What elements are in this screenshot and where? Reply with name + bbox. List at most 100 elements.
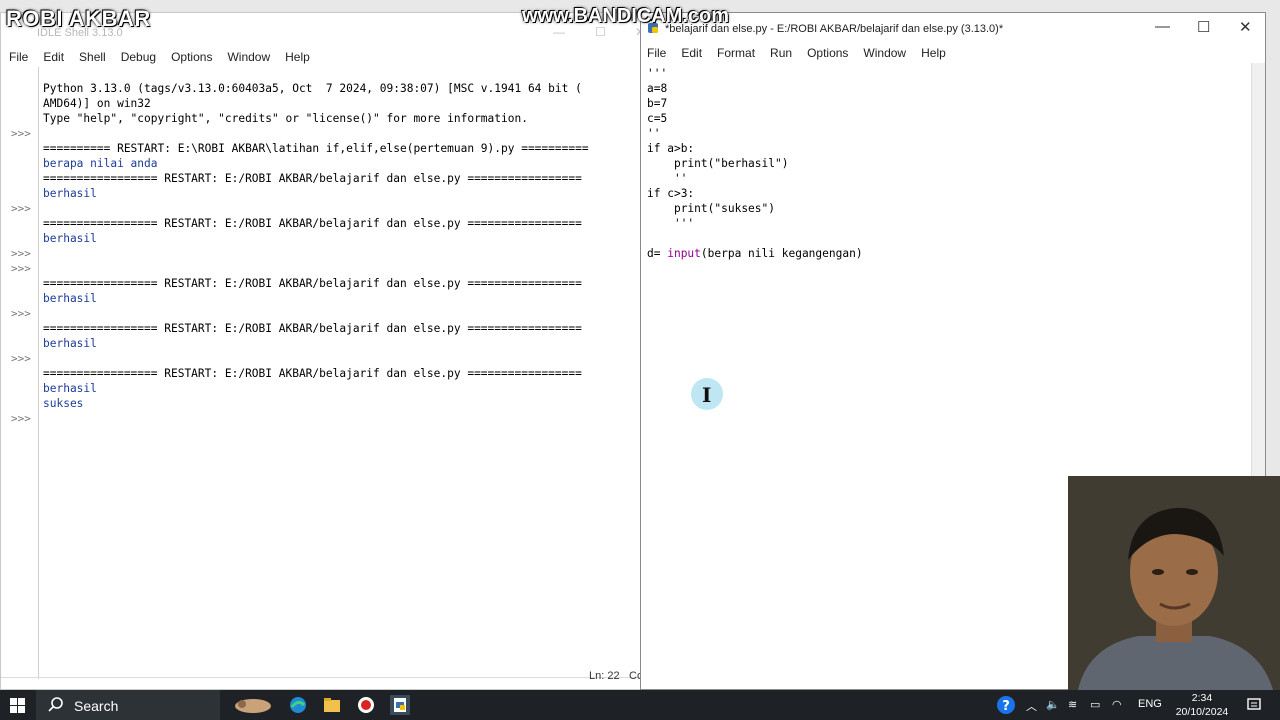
code-keyword: if — [647, 187, 661, 200]
prompt: >>> — [11, 307, 31, 320]
code-line: b=7 — [647, 97, 668, 110]
notification-icon[interactable] — [1244, 695, 1264, 715]
shell-line: Type "help", "copyright", "credits" or "… — [43, 112, 528, 125]
code-text: ("sukses") — [707, 202, 775, 215]
status-line: Ln: 22 — [589, 670, 620, 682]
shell-line: ================= RESTART: E:/ROBI AKBAR… — [43, 322, 582, 335]
prompt: >>> — [11, 262, 31, 275]
editor-titlebar[interactable]: *belajarif dan else.py - E:/ROBI AKBAR/b… — [641, 13, 1265, 43]
code-line: if c>3: — [647, 187, 694, 200]
shell-line: berhasil — [43, 382, 97, 395]
code-keyword: if — [647, 142, 661, 155]
shell-line: AMD64)] on win32 — [43, 97, 151, 110]
menu-file[interactable]: File — [647, 46, 666, 60]
code-line: if a>b: — [647, 142, 694, 155]
shell-line: sukses — [43, 397, 84, 410]
taskbar: Search ? ︿ 🔈 ≋ ▭ ◠ ENG 2:34 20/10/2024 — [0, 690, 1280, 720]
network-icon[interactable]: ≋ — [1068, 698, 1077, 711]
webcam-overlay — [1068, 476, 1280, 690]
shell-line: ================= RESTART: E:/ROBI AKBAR… — [43, 172, 582, 185]
clock-time: 2:34 — [1191, 692, 1213, 704]
shell-line: berhasil — [43, 187, 97, 200]
close-icon[interactable]: ✕ — [1239, 18, 1252, 36]
code-line: d= input(berpa nili kegangengan) — [647, 247, 863, 260]
idle-python-icon[interactable] — [390, 695, 410, 715]
svg-text:?: ? — [1002, 699, 1010, 714]
code-line: '' — [647, 127, 661, 140]
minimize-icon[interactable]: — — [1155, 18, 1170, 35]
code-line: print("sukses") — [647, 202, 775, 215]
code-text: (berpa nili kegangengan) — [700, 247, 863, 260]
shell-line: berhasil — [43, 232, 97, 245]
menu-shell[interactable]: Shell — [79, 50, 106, 64]
shell-output[interactable]: Python 3.13.0 (tags/v3.13.0:60403a5, Oct… — [43, 67, 641, 679]
channel-name-overlay: ROBI AKBAR — [6, 6, 151, 31]
shell-line: ================= RESTART: E:/ROBI AKBAR… — [43, 367, 582, 380]
search-label: Search — [74, 698, 119, 714]
code-line: c=5 — [647, 112, 668, 125]
shell-line: berhasil — [43, 337, 97, 350]
menu-window[interactable]: Window — [227, 50, 270, 64]
battery-icon[interactable]: ▭ — [1090, 698, 1100, 711]
code-text: d= — [647, 247, 668, 260]
code-builtin: print — [673, 202, 708, 215]
menu-help[interactable]: Help — [921, 46, 946, 60]
shell-statusbar: Ln: 22 Co — [1, 670, 643, 689]
menu-edit[interactable]: Edit — [43, 50, 64, 64]
code-line: ''' — [647, 67, 668, 80]
prompt: >>> — [11, 127, 31, 140]
shell-line: berhasil — [43, 292, 97, 305]
editor-menubar: File Edit Format Run Options Window Help — [641, 43, 1265, 63]
edge-browser-icon[interactable] — [288, 695, 308, 715]
shell-line: ================= RESTART: E:/ROBI AKBAR… — [43, 217, 582, 230]
menu-window[interactable]: Window — [863, 46, 906, 60]
help-icon[interactable]: ? — [996, 695, 1016, 715]
prompt: >>> — [11, 352, 31, 365]
clock-date: 20/10/2024 — [1175, 706, 1229, 718]
sloth-widget-icon[interactable] — [230, 695, 276, 715]
language-indicator[interactable]: ENG — [1138, 698, 1162, 710]
menu-help[interactable]: Help — [285, 50, 310, 64]
code-text: a>b: — [660, 142, 695, 155]
menu-debug[interactable]: Debug — [121, 50, 156, 64]
text-cursor-icon: I — [691, 378, 723, 410]
code-line: ''' — [647, 217, 695, 230]
shell-line: berapa nilai anda — [43, 157, 158, 170]
menu-format[interactable]: Format — [717, 46, 755, 60]
code-line: print("berhasil") — [647, 157, 789, 170]
code-line: '' — [647, 172, 688, 185]
shell-line: ================= RESTART: E:/ROBI AKBAR… — [43, 277, 582, 290]
taskbar-search-box[interactable]: Search — [36, 690, 220, 720]
menu-edit[interactable]: Edit — [681, 46, 702, 60]
shell-line: Python 3.13.0 (tags/v3.13.0:60403a5, Oct… — [43, 82, 582, 95]
file-explorer-icon[interactable] — [322, 695, 342, 715]
code-builtin: print — [673, 157, 708, 170]
code-text: ("berhasil") — [707, 157, 789, 170]
code-text: c>3: — [660, 187, 695, 200]
menu-options[interactable]: Options — [807, 46, 848, 60]
menu-file[interactable]: File — [9, 50, 28, 64]
windows-start-icon[interactable] — [10, 698, 25, 713]
search-icon — [48, 697, 63, 712]
recorder-watermark: www.BANDICAM.com — [522, 5, 730, 27]
menu-run[interactable]: Run — [770, 46, 792, 60]
prompt: >>> — [11, 247, 31, 260]
prompt: >>> — [11, 412, 31, 425]
person-icon — [1068, 476, 1280, 690]
taskbar-clock[interactable]: 2:34 20/10/2024 — [1170, 691, 1234, 719]
idle-shell-window[interactable]: IDLE Shell 3.13.0 — ☐ ✕ File Edit Shell … — [0, 12, 645, 690]
shell-prompt-gutter: >>> >>> >>> >>> >>> >>> >>> — [5, 67, 39, 679]
chevron-up-icon[interactable]: ︿ — [1026, 698, 1037, 714]
maximize-icon[interactable]: ☐ — [1197, 18, 1210, 36]
shell-line: ========== RESTART: E:\ROBI AKBAR\latiha… — [43, 142, 589, 155]
code-line: a=8 — [647, 82, 668, 95]
wifi-icon[interactable]: ◠ — [1112, 698, 1122, 711]
bandicam-record-icon[interactable] — [356, 695, 376, 715]
prompt: >>> — [11, 202, 31, 215]
code-builtin: input — [667, 247, 701, 260]
menu-options[interactable]: Options — [171, 50, 212, 64]
volume-icon[interactable]: 🔈 — [1046, 698, 1060, 711]
shell-menubar: File Edit Shell Debug Options Window Hel… — [1, 47, 641, 67]
